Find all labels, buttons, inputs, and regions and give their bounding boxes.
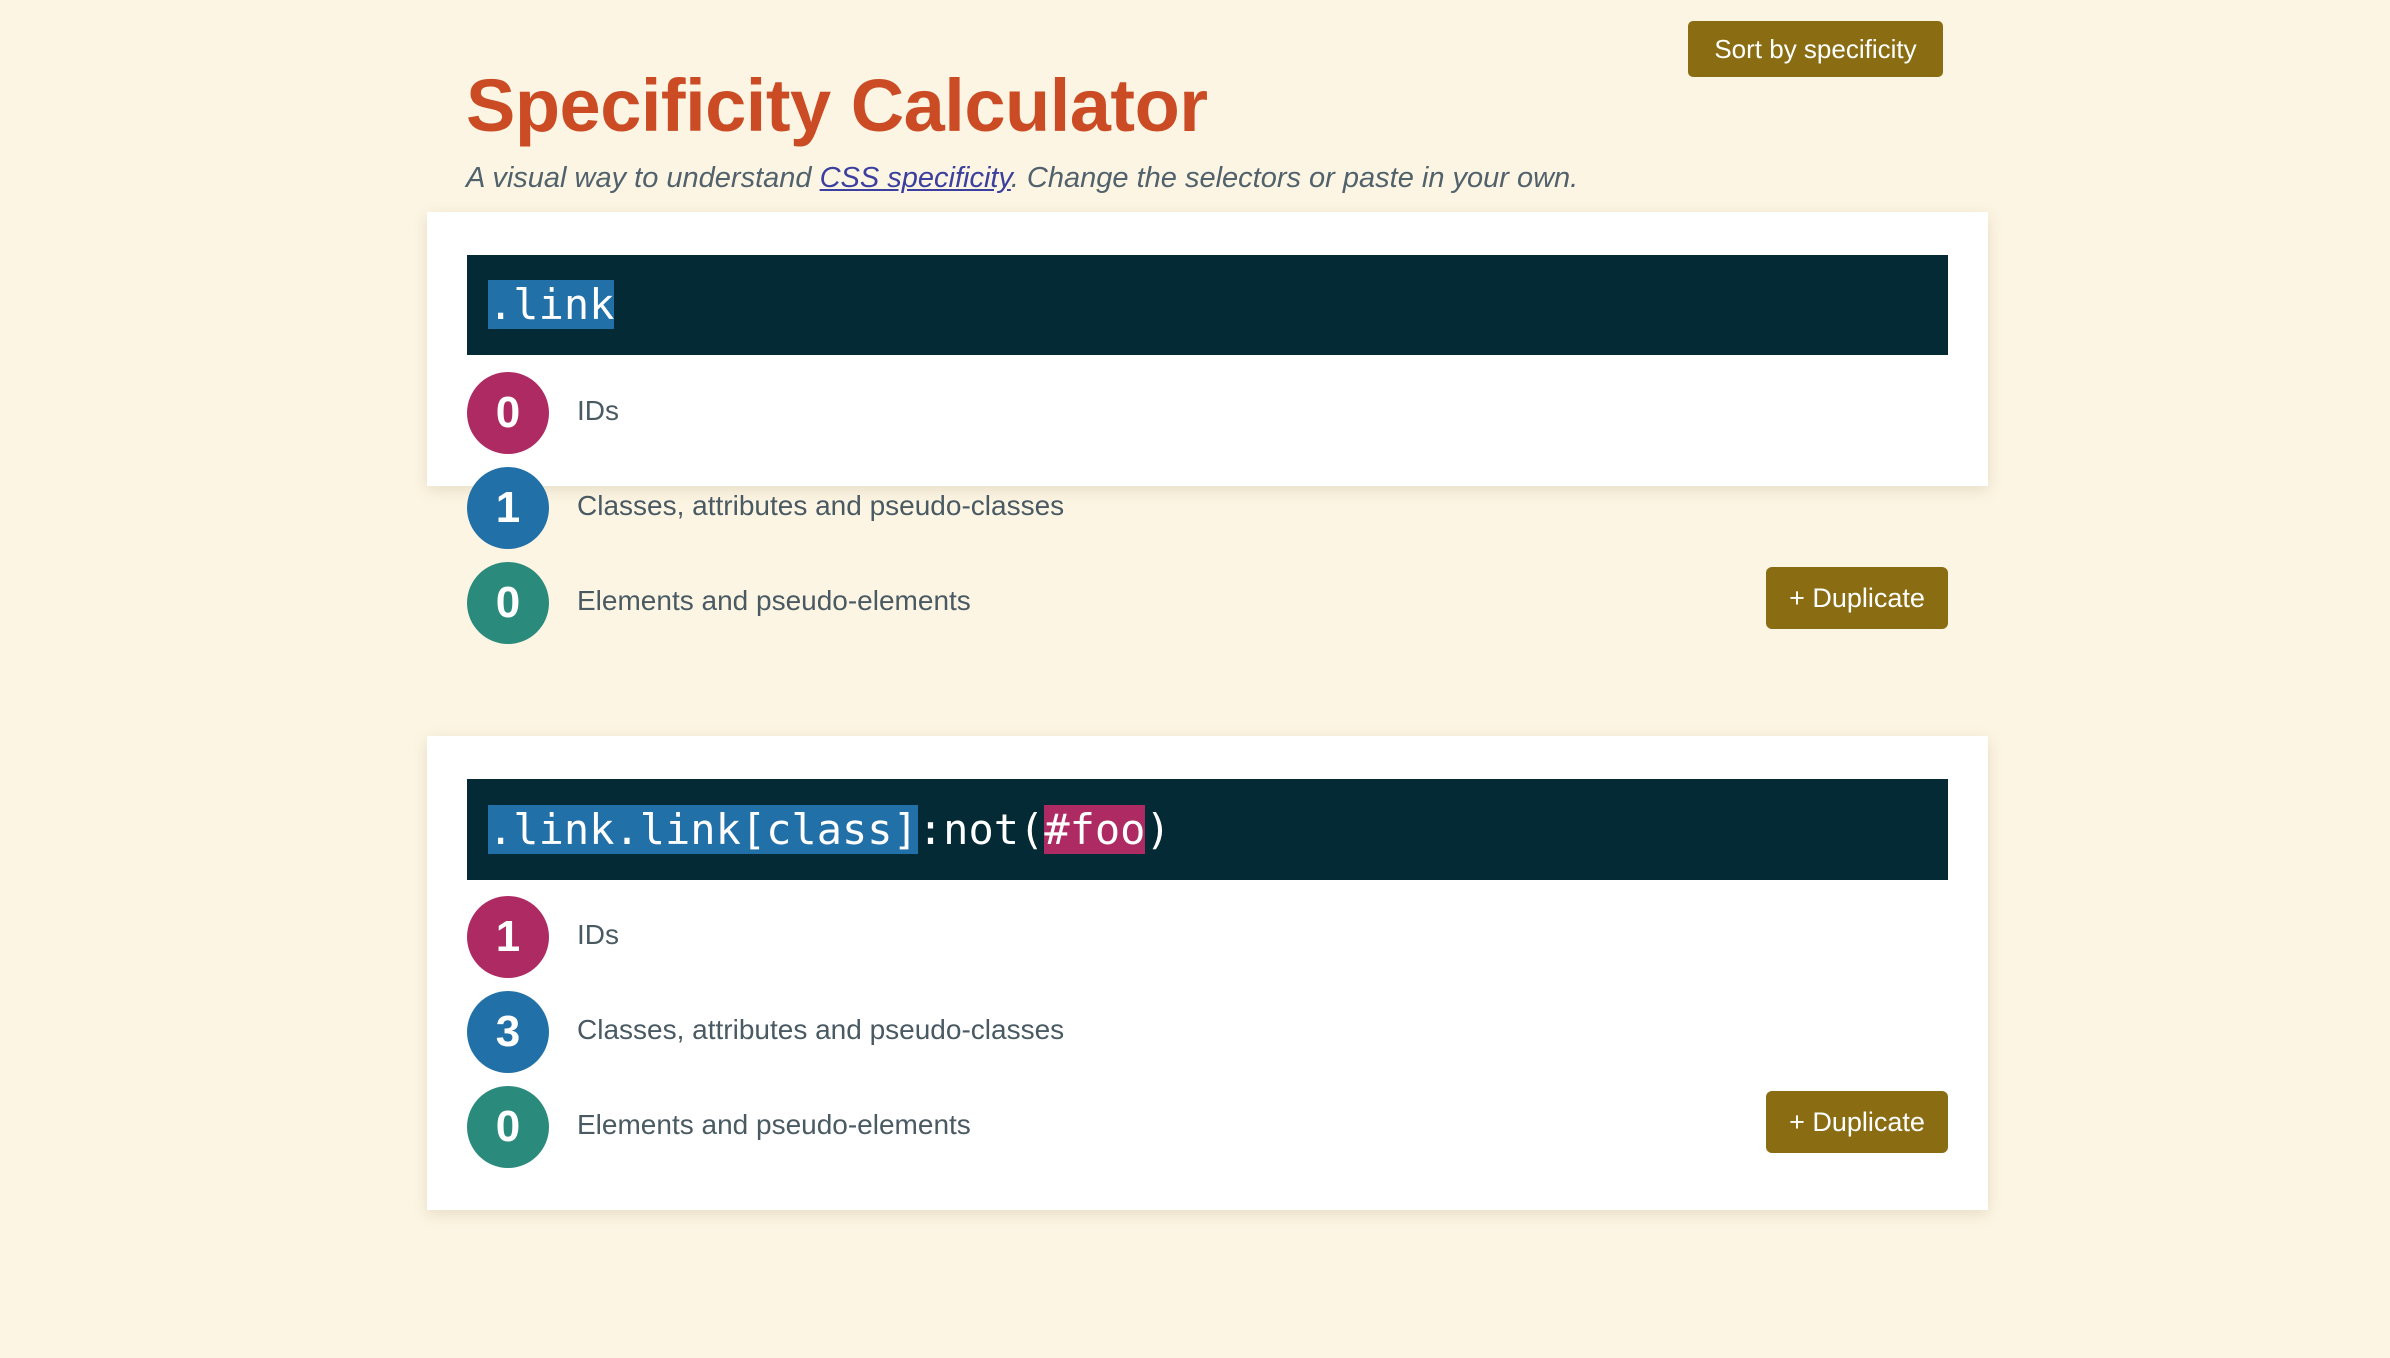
selector-token-id: #foo [1044, 804, 1146, 854]
specificity-row-classes: 3 Classes, attributes and pseudo-classes [467, 991, 1948, 1086]
selector-card: .link.link[class]:not(#foo) 1 IDs 3 Clas… [427, 736, 1988, 1210]
specificity-row-classes: 1 Classes, attributes and pseudo-classes [467, 467, 1948, 562]
classes-label: Classes, attributes and pseudo-classes [577, 490, 1065, 521]
elements-label: Elements and pseudo-elements [577, 585, 971, 616]
classes-count-badge: 3 [467, 991, 549, 1073]
ids-count-badge: 1 [467, 896, 549, 978]
page-title: Specificity Calculator [466, 63, 1208, 147]
selector-token-plain-close: ) [1145, 804, 1171, 854]
elements-count-badge: 0 [467, 1086, 549, 1168]
subtitle-text-before: A visual way to understand [466, 162, 820, 194]
selector-card: .link 0 IDs 1 Classes, attributes and ps… [427, 212, 1988, 644]
sort-by-specificity-button[interactable]: Sort by specificity [1688, 21, 1943, 77]
specificity-row-ids: 0 IDs [467, 372, 1948, 467]
specificity-breakdown: 0 IDs 1 Classes, attributes and pseudo-c… [467, 372, 1948, 657]
duplicate-button[interactable]: + Duplicate [1766, 1091, 1948, 1153]
selector-editor[interactable]: .link.link[class]:not(#foo) [467, 779, 1948, 880]
classes-label: Classes, attributes and pseudo-classes [577, 1014, 1065, 1045]
duplicate-button[interactable]: + Duplicate [1766, 567, 1948, 629]
selector-token-class: .link.link[class] [488, 804, 918, 854]
selector-code[interactable]: .link.link[class]:not(#foo) [467, 801, 1171, 859]
page-subtitle: A visual way to understand CSS specifici… [466, 162, 1578, 195]
specificity-row-elements: 0 Elements and pseudo-elements + Duplica… [467, 562, 1948, 657]
css-specificity-link[interactable]: CSS specificity [820, 162, 1011, 194]
elements-label: Elements and pseudo-elements [577, 1109, 971, 1140]
elements-count-badge: 0 [467, 562, 549, 644]
specificity-row-elements: 0 Elements and pseudo-elements + Duplica… [467, 1086, 1948, 1181]
subtitle-text-after: . Change the selectors or paste in your … [1010, 162, 1579, 194]
app-root: Specificity Calculator A visual way to u… [0, 0, 2390, 1358]
classes-count-badge: 1 [467, 467, 549, 549]
specificity-row-ids: 1 IDs [467, 896, 1948, 991]
selector-token-class: .link [488, 280, 615, 329]
selector-token-plain: :not( [917, 804, 1045, 854]
selector-code[interactable]: .link [467, 276, 615, 334]
selector-editor[interactable]: .link [467, 255, 1948, 355]
ids-count-badge: 0 [467, 372, 549, 454]
specificity-breakdown: 1 IDs 3 Classes, attributes and pseudo-c… [467, 896, 1948, 1181]
ids-label: IDs [577, 395, 619, 426]
ids-label: IDs [577, 919, 619, 950]
